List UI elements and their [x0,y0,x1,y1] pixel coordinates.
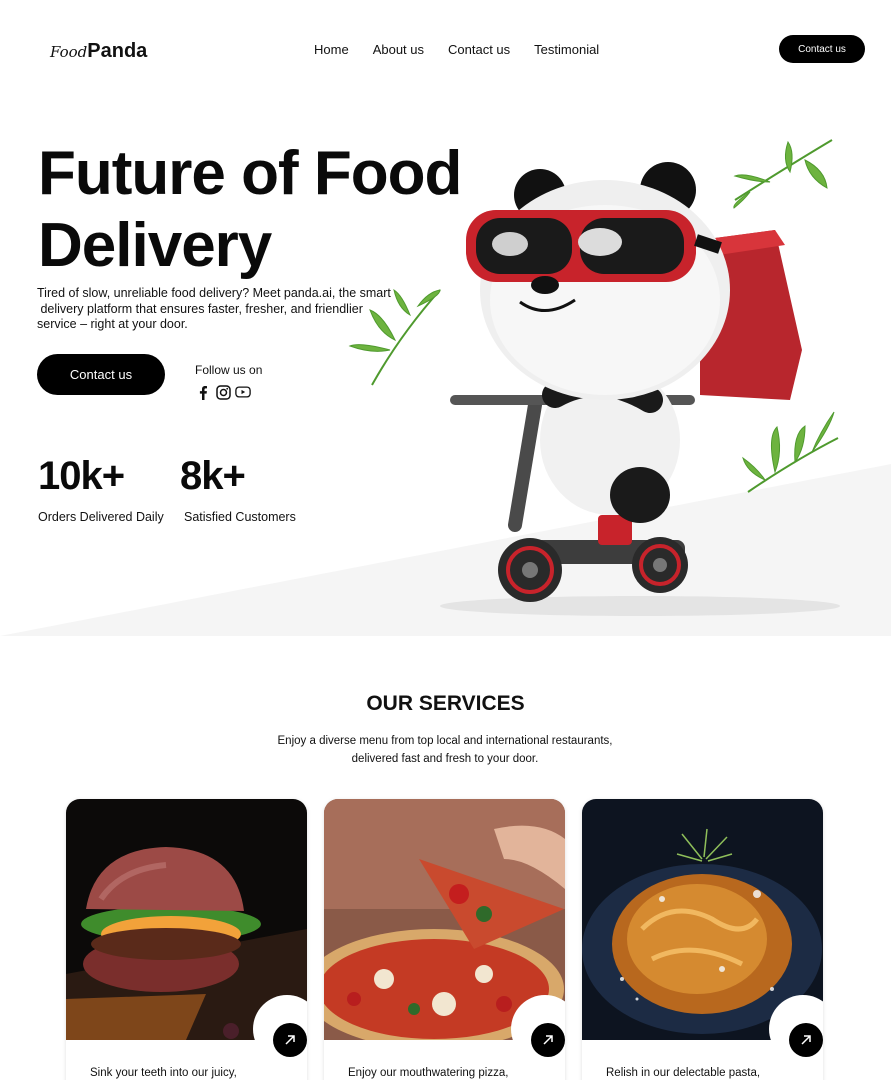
service-card-text: Enjoy our mouthwatering pizza, [348,1067,509,1079]
service-card-text: Sink your teeth into our juicy, [90,1067,237,1079]
facebook-icon[interactable] [195,384,211,400]
panda-scooter-illustration [348,139,840,616]
services-subtitle-line-2: delivered fast and fresh to your door. [351,753,539,765]
services-subtitle: Enjoy a diverse menu from top local and … [245,732,645,768]
brand-logo[interactable]: FoodPanda [50,40,147,63]
services-title: OUR SERVICES [366,692,525,715]
stat-orders-label: Orders Delivered Daily [38,510,164,524]
nav-links: Home About us Contact us Testimonial [314,42,623,57]
nav-link-home[interactable]: Home [314,42,349,57]
stat-orders-value: 10k+ [38,454,125,498]
hero-title-line-2: Delivery [38,211,272,280]
nav-link-testimonial[interactable]: Testimonial [534,42,599,57]
hero-description-line-1: Tired of slow, unreliable food delivery?… [37,286,391,300]
youtube-icon[interactable] [235,384,251,400]
hero-description-line-3: service – right at your door. [37,317,188,331]
service-card-pizza[interactable]: Enjoy our mouthwatering pizza, [324,799,565,1080]
services-subtitle-line-1: Enjoy a diverse menu from top local and … [277,735,613,747]
arrow-up-right-icon[interactable] [273,1023,307,1057]
follow-us-label: Follow us on [195,363,263,377]
nav-link-about[interactable]: About us [373,42,424,57]
hero-description-line-2: delivery platform that ensures faster, f… [37,301,363,316]
social-icons [195,384,251,400]
hero-contact-button[interactable]: Contact us [37,354,165,395]
stat-customers-label: Satisfied Customers [184,510,296,524]
instagram-icon[interactable] [215,384,231,400]
arrow-up-right-icon[interactable] [531,1023,565,1057]
top-navbar: FoodPanda Home About us Contact us Testi… [0,0,891,100]
arrow-up-right-icon[interactable] [789,1023,823,1057]
logo-prefix: Food [50,43,88,61]
service-card-text: Relish in our delectable pasta, [606,1067,761,1079]
logo-name: Panda [87,40,148,62]
service-card-pasta[interactable]: Relish in our delectable pasta, [582,799,823,1080]
nav-contact-button[interactable]: Contact us [779,35,865,63]
stat-customers-value: 8k+ [180,454,246,498]
service-card-burger[interactable]: Sink your teeth into our juicy, [66,799,307,1080]
nav-link-contact[interactable]: Contact us [448,42,510,57]
